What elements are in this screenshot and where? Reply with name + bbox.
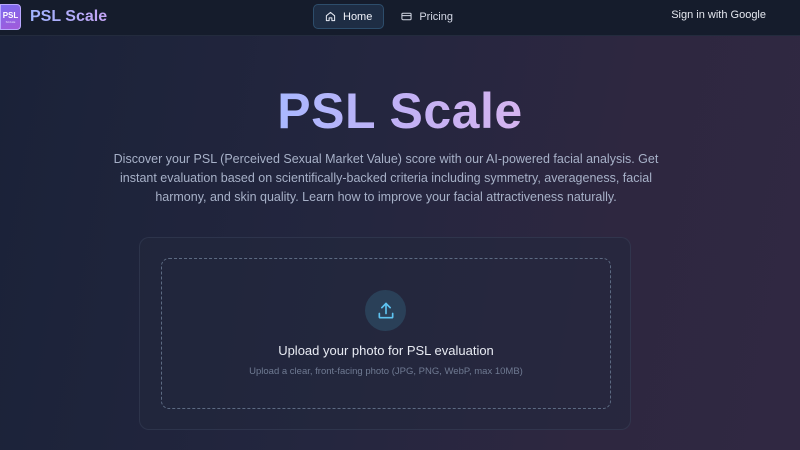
card-icon [401,12,412,21]
upload-button-circle[interactable] [365,290,406,331]
logo-subtext: SCALE [5,19,16,24]
hero-title-text: PSL Scale [277,83,523,139]
sign-in-google-button[interactable]: Sign in with Google [671,9,766,21]
upload-hint: Upload a clear, front-facing photo (JPG,… [249,366,523,377]
brand-logo-link[interactable]: PSL SCALE PSL Scale [0,4,107,30]
hero-title: PSL Scale [0,82,800,140]
nav-pricing-link[interactable]: Pricing [390,4,464,29]
main-nav: Home Pricing [313,4,464,29]
nav-home-link[interactable]: Home [313,4,385,29]
hero-description: Discover your PSL (Perceived Sexual Mark… [113,152,659,204]
home-icon [325,11,336,22]
logo-badge: PSL SCALE [0,4,21,30]
upload-title: Upload your photo for PSL evaluation [278,343,494,358]
nav-pricing-label: Pricing [419,10,453,23]
photo-dropzone[interactable] [161,258,611,409]
nav-home-label: Home [343,10,373,23]
logo-text: PSL [2,10,19,20]
brand-name: PSL Scale [30,8,108,25]
upload-icon [378,302,393,318]
top-navigation-bar: PSL SCALE PSL Scale Home Pricing Sign in… [0,0,800,36]
